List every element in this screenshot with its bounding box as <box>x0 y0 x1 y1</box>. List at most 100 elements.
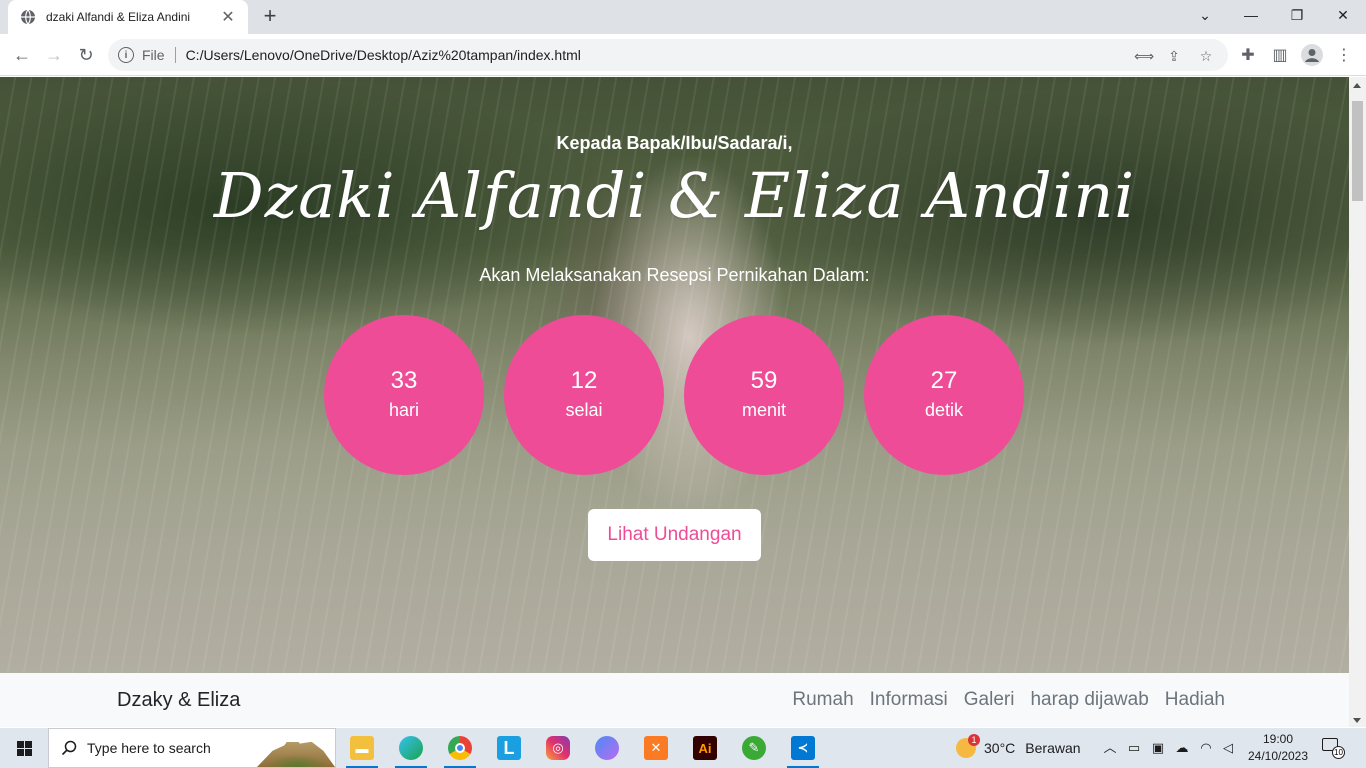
windows-logo-icon <box>16 740 32 756</box>
forward-arrow-icon[interactable]: → <box>40 41 68 69</box>
view-invitation-button[interactable]: Lihat Undangan <box>588 509 761 561</box>
taskbar-app-file-explorer[interactable]: ▬ <box>338 728 386 768</box>
back-arrow-icon[interactable]: ← <box>8 41 36 69</box>
site-navbar: Dzaky & Eliza Rumah Informasi Galeri har… <box>0 673 1349 727</box>
countdown-unit: hari <box>388 400 419 420</box>
windows-taskbar: Type here to search ▬ L ◎ ✕ Ai ✎ ≺ 1 30°… <box>0 728 1366 768</box>
minimize-button[interactable]: — <box>1228 0 1274 30</box>
address-separator <box>174 47 176 63</box>
globe-icon <box>21 9 35 25</box>
event-subtitle: Akan Melaksanakan Resepsi Pernikahan Dal… <box>479 265 870 285</box>
clock-time: 19:00 <box>1262 732 1294 746</box>
edge-icon <box>399 736 423 760</box>
wifi-icon[interactable]: ◠ <box>1198 740 1214 756</box>
chrome-icon <box>448 736 472 760</box>
translate-icon[interactable]: ⟺ <box>1134 48 1154 64</box>
weather-temperature: 30°C <box>984 740 1016 756</box>
nav-link-rsvp[interactable]: harap dijawab <box>1030 689 1148 711</box>
tab-search-chevron-icon[interactable]: ⌄ <box>1182 0 1228 30</box>
navbar-brand[interactable]: Dzaky & Eliza <box>117 689 240 712</box>
address-scheme: File <box>142 47 165 63</box>
taskbar-app-illustrator[interactable]: Ai <box>681 728 729 768</box>
file-explorer-icon: ▬ <box>350 736 374 760</box>
taskbar-app-chrome[interactable] <box>436 728 484 768</box>
copilot-icon <box>595 736 619 760</box>
browser-tab[interactable]: dzaki Alfandi & Eliza Andini ✕ <box>8 0 248 34</box>
hero-section: Kepada Bapak/Ibu/Sadara/i, Dzaki Alfandi… <box>0 77 1349 673</box>
browser-toolbar: ← → ↻ i File C:/Users/Lenovo/OneDrive/De… <box>0 34 1366 76</box>
taskbar-app-l[interactable]: L <box>485 728 533 768</box>
taskbar-app-vscode[interactable]: ≺ <box>779 728 827 768</box>
nav-link-informasi[interactable]: Informasi <box>870 689 948 711</box>
search-highlight-illustration <box>257 734 335 767</box>
address-url[interactable]: C:/Users/Lenovo/OneDrive/Desktop/Aziz%20… <box>186 47 581 63</box>
greeting-text: Kepada Bapak/Ibu/Sadara/i, <box>556 133 793 153</box>
meet-now-icon[interactable]: ▣ <box>1150 740 1166 756</box>
search-placeholder: Type here to search <box>87 740 211 756</box>
countdown-value: 12 <box>570 367 598 394</box>
leaf-app-icon: ✎ <box>742 736 766 760</box>
new-tab-button[interactable]: + <box>258 4 282 28</box>
notification-center-icon[interactable]: 10 <box>1322 738 1345 759</box>
l-app-icon: L <box>497 736 521 760</box>
taskbar-clock[interactable]: 19:00 24/10/2023 <box>1240 731 1316 765</box>
volume-icon[interactable]: ◁ <box>1220 740 1236 756</box>
countdown-hours: 12 selai <box>504 315 664 475</box>
nav-link-galeri[interactable]: Galeri <box>964 689 1015 711</box>
clock-date: 24/10/2023 <box>1247 749 1309 763</box>
side-panel-icon[interactable]: ▥ <box>1266 41 1294 69</box>
illustrator-icon: Ai <box>693 736 717 760</box>
star-icon[interactable]: ☆ <box>1198 48 1214 64</box>
browser-tab-strip: dzaki Alfandi & Eliza Andini ✕ + ⌄ — ❐ ✕ <box>0 0 1366 34</box>
scroll-up-arrow-icon[interactable] <box>1353 83 1361 88</box>
notification-count: 10 <box>1332 746 1345 759</box>
restore-button[interactable]: ❐ <box>1274 0 1320 30</box>
countdown-value: 33 <box>390 367 418 394</box>
scroll-down-arrow-icon[interactable] <box>1353 718 1361 723</box>
couple-names-heading: Dzaki Alfandi & Eliza Andini <box>213 159 1136 232</box>
countdown-seconds: 27 detik <box>864 315 1024 475</box>
navbar-links: Rumah Informasi Galeri harap dijawab Had… <box>792 689 1225 711</box>
taskbar-app-instagram[interactable]: ◎ <box>534 728 582 768</box>
search-icon <box>61 740 77 756</box>
close-tab-icon[interactable]: ✕ <box>218 7 238 27</box>
countdown-unit: detik <box>924 400 964 420</box>
share-icon[interactable]: ⇪ <box>1166 48 1182 64</box>
xampp-icon: ✕ <box>644 736 668 760</box>
taskbar-app-copilot[interactable] <box>583 728 631 768</box>
profile-icon[interactable] <box>1298 41 1326 69</box>
page-viewport: Kepada Bapak/Ibu/Sadara/i, Dzaki Alfandi… <box>0 77 1349 727</box>
weather-icon: 1 <box>956 734 980 758</box>
onedrive-icon[interactable]: ☁ <box>1174 740 1190 756</box>
extensions-icon[interactable]: ✚ <box>1234 41 1262 69</box>
nav-link-rumah[interactable]: Rumah <box>792 689 853 711</box>
instagram-icon: ◎ <box>546 736 570 760</box>
menu-icon[interactable]: ⋮ <box>1330 41 1358 69</box>
taskbar-app-xampp[interactable]: ✕ <box>632 728 680 768</box>
weather-widget[interactable]: 1 30°C Berawan <box>956 728 1081 768</box>
close-window-button[interactable]: ✕ <box>1320 0 1366 30</box>
countdown-unit: menit <box>741 400 786 420</box>
countdown-days: 33 hari <box>324 315 484 475</box>
show-hidden-icons-icon[interactable]: ︿ <box>1102 740 1118 756</box>
taskbar-search[interactable]: Type here to search <box>48 728 336 768</box>
start-button[interactable] <box>0 728 48 768</box>
taskbar-app-green[interactable]: ✎ <box>730 728 778 768</box>
vertical-scrollbar[interactable] <box>1349 77 1366 727</box>
address-bar[interactable]: i File C:/Users/Lenovo/OneDrive/Desktop/… <box>108 39 1228 71</box>
countdown-value: 27 <box>930 367 958 394</box>
scrollbar-thumb[interactable] <box>1352 101 1363 201</box>
countdown-value: 59 <box>750 367 778 394</box>
taskbar-app-edge[interactable] <box>387 728 435 768</box>
tab-title: dzaki Alfandi & Eliza Andini <box>46 10 191 24</box>
vscode-icon: ≺ <box>791 736 815 760</box>
weather-condition: Berawan <box>1025 740 1081 756</box>
nav-link-hadiah[interactable]: Hadiah <box>1165 689 1225 711</box>
countdown-timer: 33 hari 12 selai 59 menit 27 detik <box>324 315 1024 475</box>
battery-icon[interactable]: ▭ <box>1126 740 1142 756</box>
info-icon[interactable]: i <box>118 47 134 63</box>
countdown-minutes: 59 menit <box>684 315 844 475</box>
countdown-unit: selai <box>565 400 603 420</box>
reload-icon[interactable]: ↻ <box>72 41 100 69</box>
weather-badge: 1 <box>968 734 980 746</box>
